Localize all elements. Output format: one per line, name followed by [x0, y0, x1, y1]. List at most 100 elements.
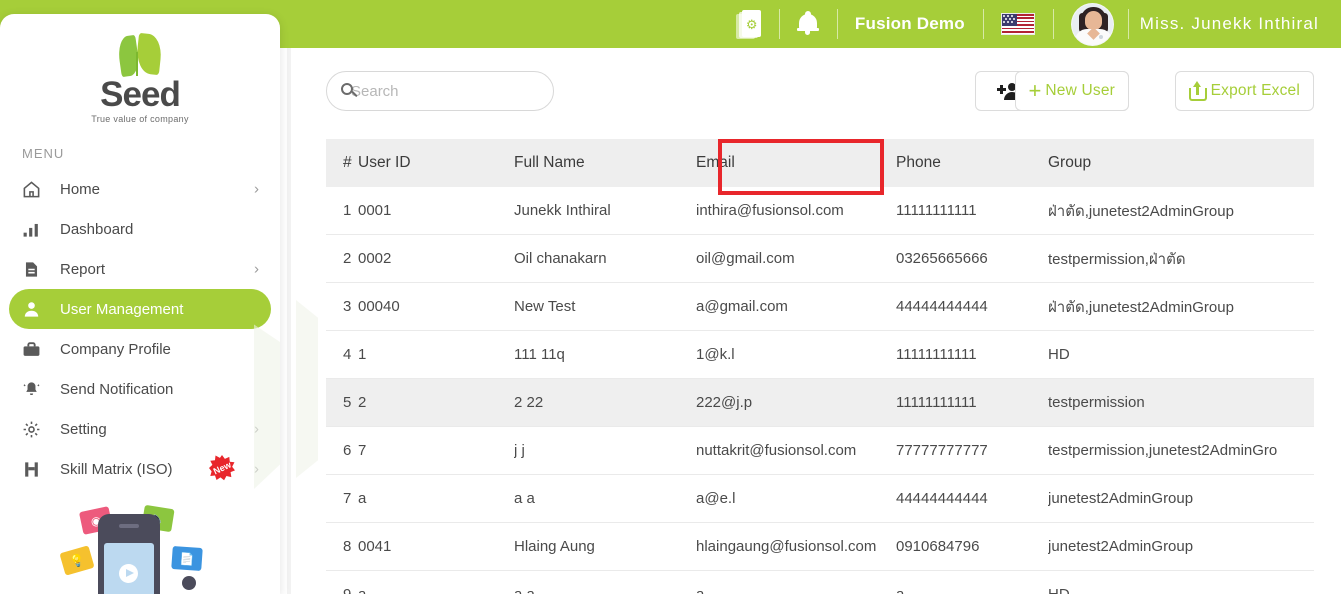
table-row[interactable]: 9aa aaaHD	[326, 571, 1314, 594]
cell-index: 2	[326, 250, 358, 267]
chevron-right-icon: ›	[254, 181, 259, 198]
cell-full-name: a a	[514, 586, 696, 594]
brand-logo[interactable]: Seed True value of company	[0, 14, 280, 130]
sidebar-scrollbar-track[interactable]	[287, 48, 291, 594]
cell-email: a	[696, 586, 896, 594]
plus-icon: +	[1029, 81, 1042, 101]
cell-email: hlaingaung@fusionsol.com	[696, 538, 896, 555]
language-selector[interactable]	[983, 0, 1053, 48]
app-name[interactable]: Fusion Demo	[837, 0, 983, 48]
new-user-button[interactable]: + New User	[1015, 71, 1130, 111]
email-value: inthira@fusionsol.com	[696, 202, 844, 219]
avatar	[1071, 3, 1114, 46]
email-value: a@e.l	[696, 490, 735, 507]
cell-index: 5	[326, 394, 358, 411]
column-header-group[interactable]: Group	[1048, 154, 1278, 172]
sidebar-item-company-profile[interactable]: Company Profile	[9, 329, 271, 369]
sidebar-item-label: Company Profile	[60, 341, 171, 358]
sidebar-item-report[interactable]: Report ›	[9, 249, 271, 289]
users-table: # User ID Full Name Email Phone Group 10…	[326, 139, 1314, 594]
user-avatar-button[interactable]	[1053, 0, 1128, 48]
sidebar: Seed True value of company MENU Home › D…	[0, 14, 280, 594]
cell-group: junetest2AdminGroup	[1048, 490, 1278, 507]
home-icon	[22, 180, 48, 199]
us-flag-icon	[1001, 13, 1035, 35]
email-value: 1@k.l	[696, 346, 735, 363]
cell-full-name: New Test	[514, 298, 696, 315]
cell-full-name: Junekk Inthiral	[514, 202, 696, 219]
column-header-user-id[interactable]: User ID	[358, 154, 514, 172]
sidebar-item-label: Skill Matrix (ISO)	[60, 461, 173, 478]
column-header-email[interactable]: Email	[696, 154, 896, 172]
briefcase-icon	[22, 340, 48, 359]
cell-index: 6	[326, 442, 358, 459]
search-box[interactable]	[326, 71, 554, 111]
column-header-phone[interactable]: Phone	[896, 154, 1048, 172]
search-input[interactable]	[351, 83, 550, 100]
table-header-row: # User ID Full Name Email Phone Group	[326, 139, 1314, 187]
email-value: a	[696, 586, 704, 594]
cell-full-name: Hlaing Aung	[514, 538, 696, 555]
cell-group: HD	[1048, 586, 1278, 594]
cell-phone: 44444444444	[896, 490, 1048, 507]
cell-phone: 03265665666	[896, 250, 1048, 267]
column-header-full-name[interactable]: Full Name	[514, 154, 696, 172]
table-body: 10001Junekk Inthiralinthira@fusionsol.co…	[326, 187, 1314, 594]
cell-user-id: 1	[358, 346, 514, 363]
user-name-button[interactable]: Miss. Junekk Inthiral	[1128, 0, 1341, 48]
sidebar-item-home[interactable]: Home ›	[9, 169, 271, 209]
cell-full-name: a a	[514, 490, 696, 507]
cell-user-id: 0041	[358, 538, 514, 555]
table-row[interactable]: 67j jnuttakrit@fusionsol.com77777777777t…	[326, 427, 1314, 475]
cell-email: 222@j.p	[696, 394, 896, 411]
cell-index: 7	[326, 490, 358, 507]
bell-icon	[797, 11, 819, 37]
sidebar-item-setting[interactable]: Setting ›	[9, 409, 271, 449]
sidebar-item-send-notification[interactable]: Send Notification	[9, 369, 271, 409]
table-row[interactable]: 10001Junekk Inthiralinthira@fusionsol.co…	[326, 187, 1314, 235]
sidebar-item-dashboard[interactable]: Dashboard	[9, 209, 271, 249]
menu-section-title: MENU	[0, 130, 280, 169]
sidebar-item-user-management[interactable]: User Management	[9, 289, 271, 329]
cell-email: oil@gmail.com	[696, 250, 896, 267]
chevron-right-icon: ›	[254, 261, 259, 278]
cell-email: 1@k.l	[696, 346, 896, 363]
notifications-button[interactable]	[779, 0, 837, 48]
document-chip-icon: 📄	[171, 546, 203, 571]
cell-email: a@e.l	[696, 490, 896, 507]
cell-user-id: 2	[358, 394, 514, 411]
export-icon	[1189, 81, 1207, 101]
column-header-index[interactable]: #	[326, 154, 358, 172]
sidebar-item-label: Send Notification	[60, 381, 173, 398]
cell-user-id: 0001	[358, 202, 514, 219]
cell-user-id: 7	[358, 442, 514, 459]
table-row[interactable]: 7aa aa@e.l 44444444444junetest2AdminGroup	[326, 475, 1314, 523]
export-excel-label: Export Excel	[1211, 82, 1300, 100]
cell-user-id: a	[358, 586, 514, 594]
cell-user-id: a	[358, 490, 514, 507]
document-icon	[22, 260, 48, 279]
export-excel-button[interactable]: Export Excel	[1175, 71, 1314, 111]
new-user-label: New User	[1045, 82, 1115, 100]
sidebar-item-label: Home	[60, 181, 100, 198]
table-row[interactable]: 300040New Testa@gmail.com44444444444ฝ่าต…	[326, 283, 1314, 331]
cell-phone: 77777777777	[896, 442, 1048, 459]
cell-phone: 11111111111	[896, 394, 1048, 411]
manual-button[interactable]: ⚙	[718, 0, 779, 48]
sidebar-item-label: User Management	[60, 301, 183, 318]
cell-index: 1	[326, 202, 358, 219]
sidebar-item-skill-matrix[interactable]: Skill Matrix (ISO) New ›	[9, 449, 271, 489]
cell-phone: a	[896, 586, 1048, 594]
table-row[interactable]: 41111 11q1@k.l11111111111HD	[326, 331, 1314, 379]
table-row[interactable]: 80041Hlaing Aunghlaingaung@fusionsol.com…	[326, 523, 1314, 571]
table-row[interactable]: 20002Oil chanakarnoil@gmail.com032656656…	[326, 235, 1314, 283]
table-row[interactable]: 522 22222@j.p11111111111testpermission	[326, 379, 1314, 427]
cell-index: 8	[326, 538, 358, 555]
cell-full-name: Oil chanakarn	[514, 250, 696, 267]
email-value: a@gmail.com	[696, 298, 788, 315]
email-value: nuttakrit@fusionsol.com	[696, 442, 856, 459]
email-value: oil@gmail.com	[696, 250, 795, 267]
cell-phone: 0910684796	[896, 538, 1048, 555]
logo-title: Seed	[100, 77, 180, 113]
app-name-label: Fusion Demo	[855, 14, 965, 34]
